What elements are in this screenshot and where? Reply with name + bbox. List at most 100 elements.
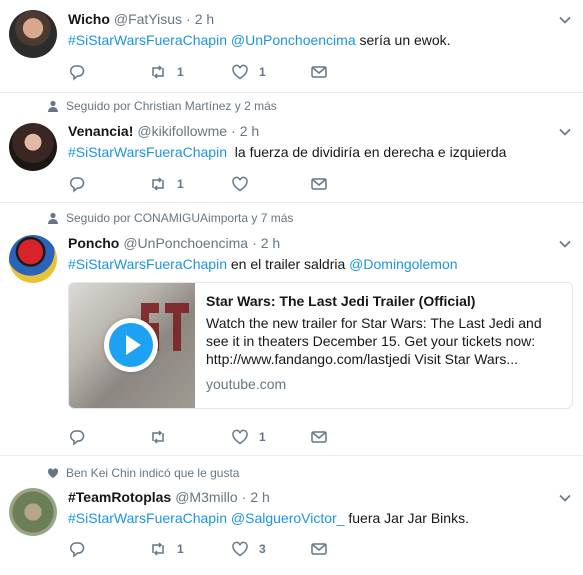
tweet-header: #TeamRotoplas @M3millo · 2 h [68,489,270,505]
message-icon [311,66,327,78]
mention-link[interactable]: @SalgueroVictor_ [231,510,345,526]
tweet-actions: 1 1 [68,63,338,81]
message-icon [311,431,327,443]
retweet-icon [152,65,164,79]
retweet-icon [152,430,164,444]
tweet-time[interactable]: 2 h [195,11,214,27]
avatar[interactable] [9,10,57,58]
card-title[interactable]: Star Wars: The Last Jedi Trailer (Offici… [206,293,542,309]
retweet-icon [152,177,164,191]
reply-button[interactable] [68,63,96,81]
like-icon [232,176,248,192]
tweet-actions: 1 [68,175,338,193]
chevron-down-icon[interactable] [559,238,571,250]
tweet[interactable]: Seguido por CONAMIGUAimporta y 7 más Pon… [0,203,583,456]
author-handle[interactable]: @UnPonchoencima [123,235,248,251]
like-count: 1 [259,65,266,79]
reply-button[interactable] [68,175,96,193]
like-count: 1 [259,430,266,444]
tweet-time[interactable]: 2 h [240,123,259,139]
author-name[interactable]: Poncho [68,235,119,251]
social-context-text[interactable]: Seguido por CONAMIGUAimporta y 7 más [66,211,293,225]
social-context: Ben Kei Chin indicó que le gusta [47,466,239,480]
play-icon [109,323,153,367]
author-handle[interactable]: @M3millo [175,489,237,505]
message-icon [311,178,327,190]
direct-message-button[interactable] [310,175,328,193]
chevron-down-icon[interactable] [559,14,571,26]
card-description-line: http://www.fandango.com/lastjedi Visit S… [206,351,519,367]
separator-dot: · [252,235,257,251]
separator-dot: · [231,123,236,139]
tweet-body: fuera Jar Jar Binks. [348,510,469,526]
direct-message-button[interactable] [310,428,328,446]
person-icon [48,212,58,224]
tweet-body: sería un ewok. [359,32,451,48]
retweet-icon [152,542,164,556]
avatar[interactable] [9,488,57,536]
tweet-body: en el trailer saldria [230,256,346,272]
play-button[interactable] [104,318,158,372]
retweet-count: 1 [177,177,184,191]
tweet-time[interactable]: 2 h [261,235,280,251]
direct-message-button[interactable] [310,63,328,81]
separator-dot: · [241,489,247,505]
tweet[interactable]: Seguido por Christian Martínez y 2 más V… [0,93,583,203]
retweet-button[interactable]: 1 [149,175,184,193]
like-icon [232,541,248,557]
retweet-count: 1 [177,65,184,79]
tweet-time[interactable]: 2 h [250,489,269,505]
author-name[interactable]: #TeamRotoplas [68,489,171,505]
like-count: 3 [259,542,266,556]
hashtag-link[interactable]: #SiStarWarsFueraChapin [68,256,227,272]
tweet-actions: 1 [68,428,338,446]
card-description-line: see it in theaters December 15. Get your… [206,333,536,349]
author-name[interactable]: Venancia! [68,123,133,139]
video-thumbnail[interactable] [69,283,195,408]
tweet[interactable]: Ben Kei Chin indicó que le gusta #TeamRo… [0,456,583,575]
author-handle[interactable]: @kikifollowme [137,123,227,139]
link-card[interactable]: Star Wars: The Last Jedi Trailer (Offici… [68,282,573,409]
mention-link[interactable]: @Domingolemon [349,256,457,272]
hashtag-link[interactable]: #SiStarWarsFueraChapin [68,144,227,160]
chevron-down-icon[interactable] [559,126,571,138]
tweet-header: Venancia! @kikifollowme · 2 h [68,123,259,139]
reply-icon [70,65,85,81]
like-button[interactable]: 1 [231,428,266,446]
tweet[interactable]: Wicho @FatYisus · 2 h #SiStarWarsFueraCh… [0,0,583,93]
tweet-text: #SiStarWarsFueraChapin en el trailer sal… [68,256,458,272]
card-body: Star Wars: The Last Jedi Trailer (Offici… [195,283,552,408]
retweet-button[interactable]: 1 [149,540,184,558]
like-icon [232,429,248,445]
retweet-count: 1 [177,542,184,556]
retweet-button[interactable]: 1 [149,63,184,81]
like-button[interactable] [231,175,259,193]
avatar[interactable] [9,235,57,283]
tweet-text: #SiStarWarsFueraChapin @SalgueroVictor_ … [68,510,469,526]
tweet-header: Poncho @UnPonchoencima · 2 h [68,235,280,251]
hashtag-link[interactable]: #SiStarWarsFueraChapin [68,32,227,48]
social-context-text[interactable]: Ben Kei Chin indicó que le gusta [66,466,239,480]
hashtag-link[interactable]: #SiStarWarsFueraChapin [68,510,227,526]
author-handle[interactable]: @FatYisus [114,11,182,27]
like-button[interactable]: 3 [231,540,266,558]
mention-link[interactable]: @UnPonchoencima [231,32,356,48]
reply-icon [70,177,85,193]
social-context: Seguido por Christian Martínez y 2 más [48,99,277,113]
avatar[interactable] [9,123,57,171]
tweet-body: la fuerza de dividiría en derecha e izqu… [234,144,507,160]
card-domain: youtube.com [206,376,287,392]
message-icon [311,543,327,555]
social-context-text[interactable]: Seguido por Christian Martínez y 2 más [66,99,277,113]
tweet-text: #SiStarWarsFueraChapin @UnPonchoencima s… [68,32,451,48]
reply-icon [70,542,85,558]
timeline: Wicho @FatYisus · 2 h #SiStarWarsFueraCh… [0,0,583,575]
reply-icon [70,430,85,446]
author-name[interactable]: Wicho [68,11,110,27]
reply-button[interactable] [68,540,96,558]
like-button[interactable]: 1 [231,63,266,81]
chevron-down-icon[interactable] [559,492,571,504]
retweet-button[interactable] [149,428,177,446]
reply-button[interactable] [68,428,96,446]
direct-message-button[interactable] [310,540,328,558]
